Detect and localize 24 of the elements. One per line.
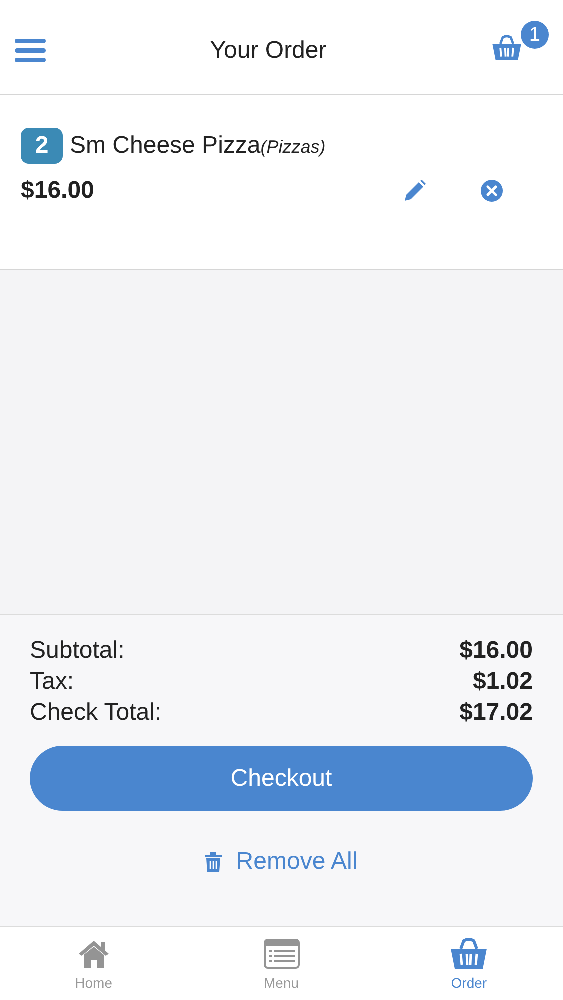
remove-icon[interactable] <box>481 180 503 202</box>
menu-icon[interactable] <box>15 39 46 63</box>
basket-icon <box>449 937 490 971</box>
cart-count-badge: 1 <box>520 21 549 49</box>
basket-icon[interactable] <box>490 34 523 62</box>
total-value: $1.02 <box>472 667 533 697</box>
list-icon <box>264 939 300 969</box>
page-title: Your Order <box>210 37 327 65</box>
item-name: Sm Cheese Pizza(Pizzas) <box>70 132 326 160</box>
remove-all-link[interactable]: Remove All <box>205 848 358 876</box>
total-value: $16.00 <box>460 636 533 666</box>
total-label: Check Total: <box>30 698 162 728</box>
checkout-button[interactable]: Checkout <box>30 746 533 811</box>
tab[interactable]: Menu <box>188 927 376 1000</box>
home-icon <box>78 940 110 968</box>
trash-icon <box>205 852 222 872</box>
total-label: Subtotal: <box>30 636 125 666</box>
tab[interactable]: Order <box>375 927 563 1000</box>
total-label: Tax: <box>30 667 74 697</box>
quantity-badge: 2 <box>21 128 63 164</box>
total-value: $17.02 <box>460 698 533 728</box>
edit-icon[interactable] <box>404 180 426 202</box>
tab[interactable]: Home <box>0 927 188 1000</box>
item-price: $16.00 <box>21 177 96 205</box>
